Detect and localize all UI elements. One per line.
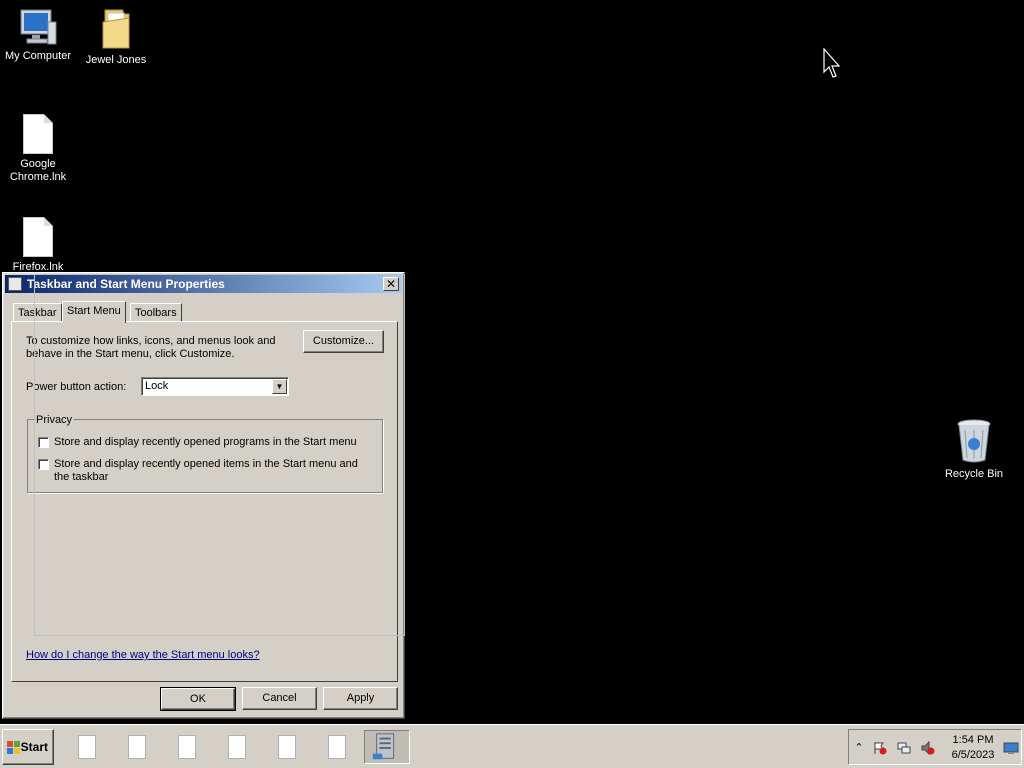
desktop-icon-label: Jewel Jones	[85, 54, 147, 66]
taskbar-item[interactable]	[118, 730, 154, 764]
file-icon	[178, 735, 196, 759]
chevron-down-icon[interactable]: ▼	[272, 379, 287, 394]
show-desktop-icon[interactable]	[1003, 741, 1019, 755]
desktop-icon-label: Google Chrome.lnk	[9, 158, 67, 183]
file-icon	[23, 217, 53, 257]
taskbar-properties-icon	[8, 277, 22, 291]
recent-items-label[interactable]: Store and display recently opened items …	[54, 458, 364, 484]
recent-programs-label[interactable]: Store and display recently opened progra…	[54, 436, 374, 449]
start-button[interactable]: Start	[2, 729, 54, 765]
desktop-icon-my-computer[interactable]: My Computer	[0, 8, 76, 63]
action-center-flag-icon[interactable]	[873, 741, 887, 755]
file-icon	[228, 735, 246, 759]
dialog-title: Taskbar and Start Menu Properties	[27, 277, 225, 291]
computer-icon	[20, 9, 57, 45]
taskbar-item[interactable]	[218, 730, 254, 764]
recycle-bin-icon	[957, 419, 991, 463]
desktop-icon-google-chrome[interactable]: Google Chrome.lnk	[0, 114, 76, 184]
power-button-action-value: Lock	[145, 380, 169, 392]
tab-taskbar[interactable]: Taskbar	[13, 303, 62, 322]
tab-toolbars[interactable]: Toolbars	[130, 303, 182, 322]
recent-programs-checkbox[interactable]	[38, 437, 49, 448]
chevron-up-icon[interactable]: ⌃	[852, 741, 866, 755]
mouse-cursor-icon	[823, 48, 841, 78]
privacy-legend: Privacy	[34, 414, 75, 427]
clock-time[interactable]: 1:54 PM	[943, 734, 1003, 746]
taskbar-item[interactable]	[318, 730, 354, 764]
desktop-icon-firefox[interactable]: Firefox.lnk	[0, 217, 76, 274]
close-button[interactable]: ✕	[383, 277, 399, 291]
file-icon	[78, 735, 96, 759]
server-icon	[372, 733, 395, 760]
system-tray: ⌃ 1:54 PM 6/5/2023	[848, 729, 1022, 765]
dialog-titlebar[interactable]: Taskbar and Start Menu Properties ✕	[5, 275, 402, 293]
file-icon	[128, 735, 146, 759]
start-menu-tab-panel	[11, 321, 398, 682]
cancel-button[interactable]: Cancel	[242, 687, 317, 710]
taskbar-properties-dialog: Taskbar and Start Menu Properties ✕ Task…	[2, 272, 405, 719]
desktop-icon-label: Recycle Bin	[944, 468, 1004, 480]
taskbar: Start ⌃ 1:54 PM 6/5/2023	[0, 724, 1024, 768]
file-icon	[328, 735, 346, 759]
power-button-action-select[interactable]: Lock ▼	[141, 377, 289, 396]
taskbar-item[interactable]	[168, 730, 204, 764]
tab-start-menu[interactable]: Start Menu	[62, 301, 126, 323]
windows-logo-icon	[7, 741, 20, 754]
network-icon[interactable]	[897, 741, 911, 755]
file-icon	[23, 114, 53, 154]
apply-button[interactable]: Apply	[323, 687, 398, 710]
taskbar-item[interactable]	[268, 730, 304, 764]
desktop-icon-label: My Computer	[4, 50, 72, 62]
recent-items-checkbox[interactable]	[38, 459, 49, 470]
file-icon	[278, 735, 296, 759]
customize-button[interactable]: Customize...	[303, 330, 384, 353]
desktop-icon-jewel-jones[interactable]: Jewel Jones	[78, 8, 154, 67]
volume-muted-icon[interactable]	[921, 741, 935, 755]
folder-icon	[102, 9, 130, 49]
ok-button[interactable]: OK	[160, 687, 236, 711]
taskbar-item[interactable]	[68, 730, 104, 764]
customize-description: To customize how links, icons, and menus…	[26, 335, 276, 360]
start-label: Start	[20, 740, 48, 754]
desktop-icon-recycle-bin[interactable]: Recycle Bin	[936, 418, 1012, 481]
start-menu-help-link[interactable]: How do I change the way the Start menu l…	[26, 649, 260, 661]
power-button-label: Power button action:	[26, 381, 127, 393]
clock-date[interactable]: 6/5/2023	[943, 749, 1003, 761]
taskbar-item-server-manager[interactable]	[364, 730, 410, 764]
